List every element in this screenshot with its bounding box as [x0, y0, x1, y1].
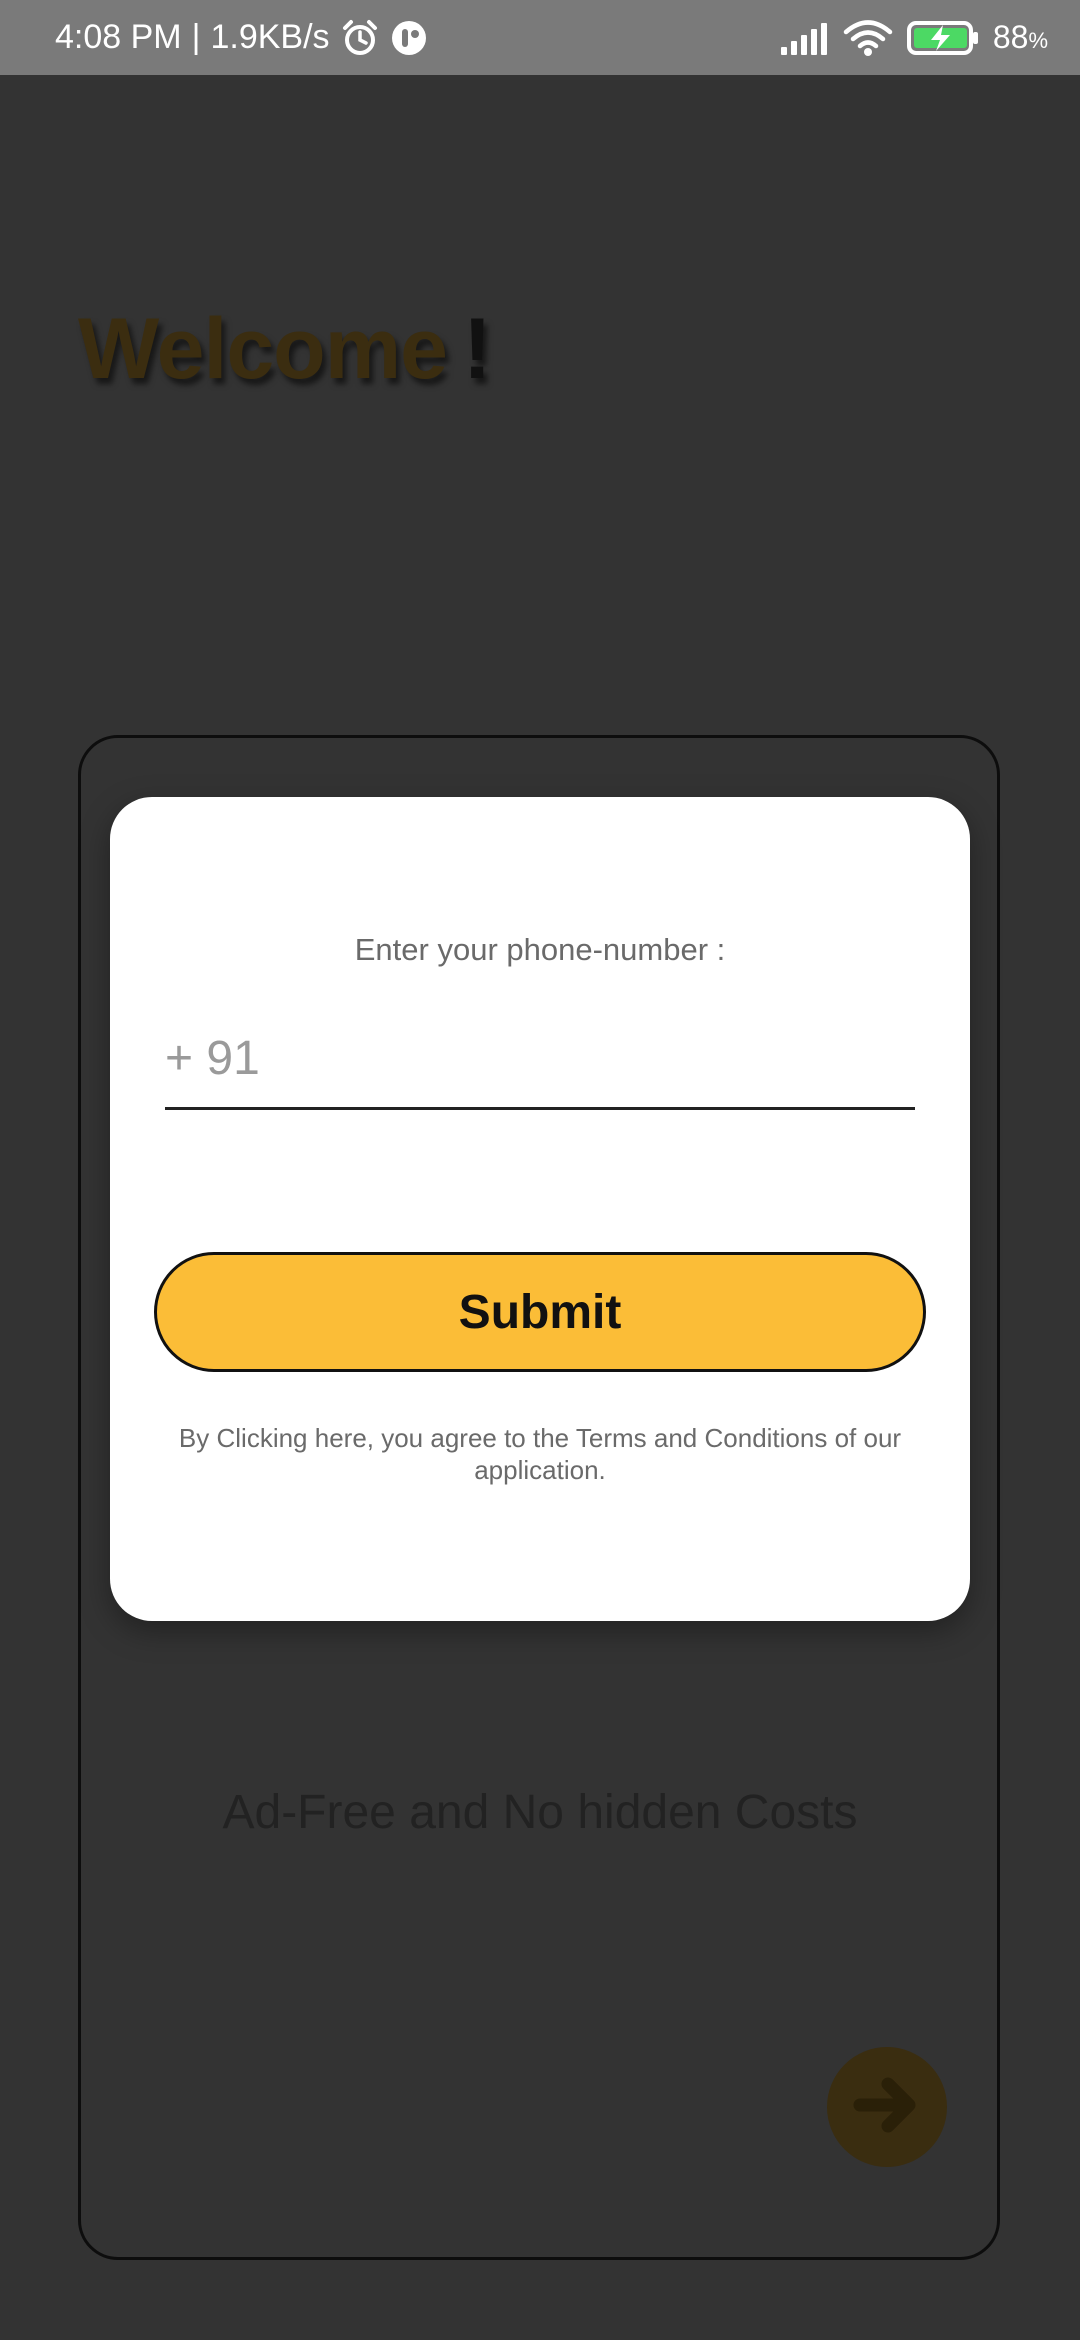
- status-separator: |: [191, 18, 201, 56]
- next-button[interactable]: [827, 2047, 947, 2167]
- battery-level: 88%: [992, 19, 1048, 55]
- submit-button[interactable]: Submit: [154, 1252, 926, 1372]
- welcome-word: Welcome: [78, 301, 448, 397]
- status-network-speed: 1.9KB/s: [210, 18, 330, 56]
- signal-icon: [779, 21, 829, 55]
- status-bar: 4:08 PM | 1.9KB/s 88%: [0, 0, 1080, 75]
- arrow-right-circle-icon: [842, 2060, 932, 2155]
- phone-number-input[interactable]: [165, 1022, 915, 1110]
- terms-text: By Clicking here, you agree to the Terms…: [178, 1423, 902, 1485]
- alarm-icon: [340, 18, 380, 58]
- battery-charging-icon: [906, 20, 979, 56]
- phone-prompt: Enter your phone-number :: [354, 932, 726, 967]
- status-right: 88%: [779, 0, 1048, 75]
- app-notification-icon: [390, 19, 428, 57]
- tagline: Ad-Free and No hidden Costs: [222, 1786, 858, 1839]
- phone-dialog: Enter your phone-number : Submit By Clic…: [110, 797, 970, 1621]
- welcome-exclamation: !: [463, 301, 492, 397]
- welcome-heading: Welcome!: [78, 300, 492, 399]
- wifi-icon: [843, 19, 893, 57]
- status-time: 4:08 PM: [55, 18, 182, 56]
- status-left: 4:08 PM | 1.9KB/s: [55, 0, 428, 75]
